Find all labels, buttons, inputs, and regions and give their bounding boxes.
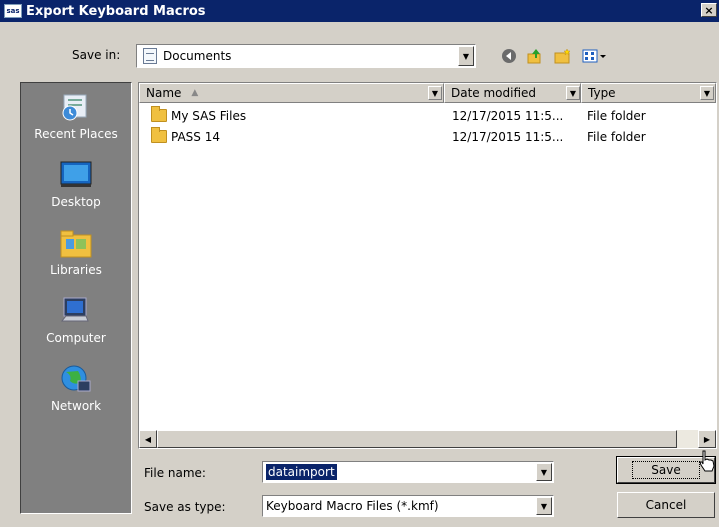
- places-bar: Recent Places Desktop Libraries Computer…: [20, 82, 132, 514]
- save-in-dropdown[interactable]: Documents ▼: [136, 44, 476, 68]
- file-name: My SAS Files: [171, 109, 247, 123]
- network-icon: [58, 363, 94, 395]
- file-date: 12/17/2015 11:5...: [452, 130, 564, 144]
- new-folder-icon[interactable]: [552, 46, 574, 66]
- scroll-thumb[interactable]: [157, 430, 677, 448]
- views-menu-icon[interactable]: [580, 46, 610, 66]
- window-title: Export Keyboard Macros: [26, 3, 206, 19]
- place-label: Libraries: [50, 263, 102, 277]
- scroll-right-icon[interactable]: ▶: [698, 430, 716, 448]
- horizontal-scrollbar[interactable]: ◀ ▶: [139, 430, 716, 448]
- file-name: PASS 14: [171, 130, 220, 144]
- column-filter-dropdown[interactable]: ▼: [700, 86, 714, 100]
- place-desktop[interactable]: Desktop: [21, 157, 131, 223]
- place-label: Network: [50, 399, 102, 413]
- chevron-down-icon[interactable]: ▼: [536, 497, 552, 515]
- save-as-type-label: Save as type:: [144, 500, 226, 514]
- recent-places-icon: [58, 91, 94, 123]
- close-button[interactable]: ×: [701, 3, 717, 17]
- place-recent-places[interactable]: Recent Places: [21, 89, 131, 155]
- desktop-icon: [58, 159, 94, 191]
- scroll-left-icon[interactable]: ◀: [139, 430, 157, 448]
- hand-cursor-icon: [698, 450, 716, 472]
- save-as-type-dropdown[interactable]: Keyboard Macro Files (*.kmf) ▼: [262, 495, 554, 517]
- documents-folder-icon: [143, 48, 157, 64]
- file-name-label: File name:: [144, 466, 206, 480]
- save-in-label: Save in:: [72, 48, 121, 62]
- column-filter-dropdown[interactable]: ▼: [428, 86, 442, 100]
- cancel-button[interactable]: Cancel: [617, 492, 715, 518]
- column-filter-dropdown[interactable]: ▼: [566, 86, 580, 100]
- column-header-name[interactable]: Name ▲ ▼: [139, 83, 444, 103]
- file-name-field[interactable]: dataimport ▼: [262, 461, 554, 483]
- folder-icon: [151, 106, 167, 122]
- place-computer[interactable]: Computer: [21, 293, 131, 359]
- save-as-type-value: Keyboard Macro Files (*.kmf): [266, 499, 439, 513]
- back-icon[interactable]: [498, 46, 520, 66]
- file-type: File folder: [587, 130, 646, 144]
- chevron-down-icon[interactable]: ▼: [458, 46, 474, 66]
- file-name-value: dataimport: [266, 464, 337, 480]
- file-list[interactable]: Name ▲ ▼ Date modified ▼ Type ▼ My SAS F…: [138, 82, 717, 449]
- table-row[interactable]: PASS 14 12/17/2015 11:5... File folder: [139, 127, 699, 147]
- table-row[interactable]: My SAS Files 12/17/2015 11:5... File fol…: [139, 106, 699, 126]
- file-type: File folder: [587, 109, 646, 123]
- up-folder-icon[interactable]: [524, 46, 546, 66]
- place-label: Recent Places: [34, 127, 118, 141]
- save-in-value: Documents: [163, 49, 232, 63]
- libraries-icon: [58, 227, 94, 259]
- place-libraries[interactable]: Libraries: [21, 225, 131, 291]
- chevron-down-icon[interactable]: ▼: [536, 463, 552, 481]
- folder-icon: [151, 127, 167, 143]
- sas-app-icon: sas: [4, 4, 22, 18]
- place-label: Desktop: [51, 195, 101, 209]
- column-header-type[interactable]: Type ▼: [581, 83, 716, 103]
- title-bar: sas Export Keyboard Macros ×: [0, 0, 719, 22]
- column-header-date[interactable]: Date modified ▼: [444, 83, 581, 103]
- place-label: Computer: [46, 331, 106, 345]
- place-network[interactable]: Network: [21, 361, 131, 427]
- file-date: 12/17/2015 11:5...: [452, 109, 564, 123]
- computer-icon: [58, 295, 94, 327]
- sort-ascending-icon: ▲: [191, 88, 199, 98]
